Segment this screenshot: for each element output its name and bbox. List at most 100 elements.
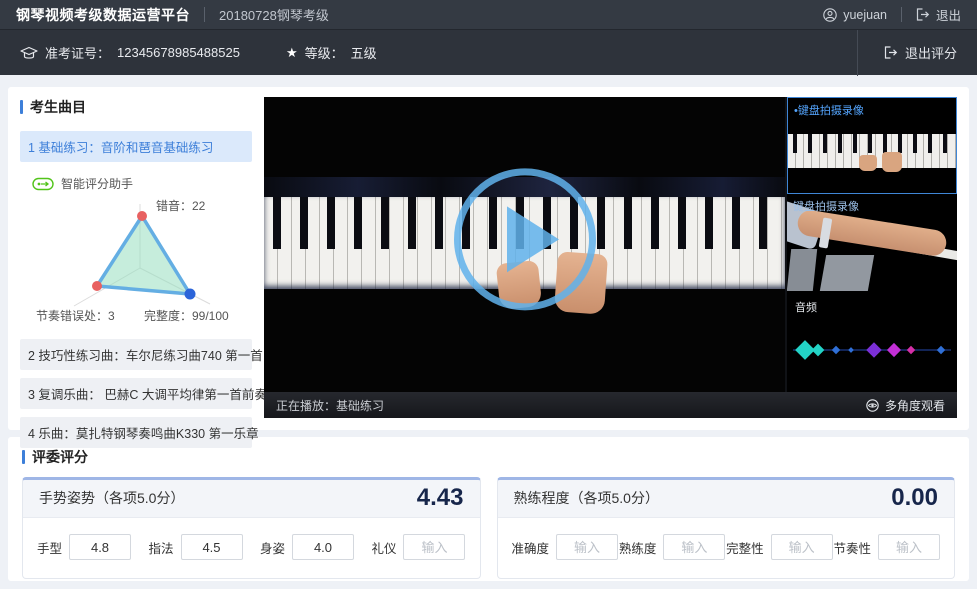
divider	[901, 7, 902, 22]
exit-scoring-button[interactable]: 退出评分	[857, 30, 957, 76]
level-group: ★ 等级： 五级	[286, 43, 377, 62]
completeness-input[interactable]	[771, 534, 833, 560]
audio-waveform	[791, 335, 953, 365]
level-value: 五级	[351, 43, 377, 62]
scene-floor	[787, 249, 817, 291]
player-status-bar: 正在播放：基础练习 多角度观看	[264, 392, 957, 418]
proficiency-card-fields: 准确度 熟练度 完整性 节奏性	[498, 518, 955, 578]
rhythm-input[interactable]	[878, 534, 940, 560]
scene-floor	[820, 255, 874, 291]
scene-arm	[796, 208, 948, 257]
session-name: 20180728钢琴考级	[219, 5, 329, 24]
mini-hand	[859, 155, 877, 171]
judge-scoring-card: 评委评分 手势姿势（各项5.0分） 4.43 手型 指法 身姿	[8, 437, 969, 581]
posture-input[interactable]	[292, 534, 354, 560]
score-field-etiquette: 礼仪	[371, 534, 465, 560]
radar-dot-errors	[137, 211, 147, 221]
field-label: 准确度	[512, 538, 550, 557]
score-field-fingering: 指法	[148, 534, 242, 560]
smart-score-assistant: 智能评分助手	[32, 175, 252, 192]
field-label: 节奏性	[833, 538, 871, 557]
judge-title-text: 评委评分	[32, 447, 88, 467]
proficiency-card-header: 熟练程度（各项5.0分） 0.00	[498, 480, 955, 518]
piece-item-1[interactable]: 1 基础练习：音阶和琶音基础练习	[20, 131, 252, 162]
field-label: 熟练度	[619, 538, 657, 557]
gesture-score-card: 手势姿势（各项5.0分） 4.43 手型 指法 身姿 礼仪	[22, 477, 481, 579]
gesture-card-score: 4.43	[417, 484, 464, 512]
ticket-number-group: 准考证号： 12345678985488525	[20, 43, 240, 62]
proficiency-input[interactable]	[663, 534, 725, 560]
graduation-cap-icon	[20, 45, 38, 61]
candidate-pieces-panel: 考生曲目 1 基础练习：音阶和琶音基础练习 智能评分助手	[20, 97, 252, 418]
eye-icon	[866, 399, 879, 412]
app-title: 钢琴视频考级数据运营平台	[16, 5, 190, 25]
piece-item-3[interactable]: 3 复调乐曲： 巴赫C 大调平均律第一首前奏曲	[20, 378, 252, 409]
video-player: •键盘拍摄录像 键盘拍摄录像 音频	[264, 97, 957, 418]
keyboard-camera-thumbnail-2[interactable]: 键盘拍摄录像	[787, 194, 957, 291]
score-field-posture: 身姿	[260, 534, 354, 560]
radar-label-rhythm: 节奏错误处：3	[36, 309, 115, 323]
score-field-rhythm: 节奏性	[833, 534, 940, 560]
logout-icon	[884, 46, 898, 59]
piece-item-2[interactable]: 2 技巧性练习曲：车尔尼练习曲740 第一首	[20, 339, 252, 370]
accuracy-input[interactable]	[556, 534, 618, 560]
field-label: 完整性	[726, 538, 764, 557]
radar-label-completeness: 完整度：99/100	[144, 308, 229, 323]
score-field-hand-shape: 手型	[37, 534, 131, 560]
fingering-input[interactable]	[181, 534, 243, 560]
gesture-card-title: 手势姿势（各项5.0分）	[39, 488, 184, 508]
star-icon: ★	[286, 45, 298, 61]
logout-button[interactable]: 退出	[916, 5, 961, 24]
exit-scoring-label: 退出评分	[905, 43, 957, 62]
score-field-accuracy: 准确度	[512, 534, 619, 560]
exam-main-card: 考生曲目 1 基础练习：音阶和琶音基础练习 智能评分助手	[8, 87, 969, 430]
logout-label: 退出	[936, 5, 961, 24]
radar-chart: 错音：22 节奏错误处：3 完整度：99/100	[20, 194, 252, 331]
main-video[interactable]	[264, 97, 785, 392]
field-label: 身姿	[260, 538, 285, 557]
radar-dot-completeness	[185, 289, 196, 300]
hand-shape-input[interactable]	[69, 534, 131, 560]
radar-label-errors: 错音：22	[156, 198, 206, 213]
user-icon	[823, 8, 837, 22]
logout-icon	[916, 8, 930, 21]
ticket-number: 12345678985488525	[117, 45, 240, 60]
play-icon	[507, 206, 559, 272]
title-accent-bar	[20, 100, 23, 114]
field-label: 指法	[148, 538, 173, 557]
thumbnail-label: •键盘拍摄录像	[794, 102, 864, 118]
user-menu[interactable]: yuejuan	[823, 8, 887, 22]
proficiency-score-card: 熟练程度（各项5.0分） 0.00 准确度 熟练度 完整性 节奏性	[497, 477, 956, 579]
assistant-toggle-icon	[32, 177, 54, 191]
top-navbar: 钢琴视频考级数据运营平台 20180728钢琴考级 yuejuan 退出	[0, 0, 977, 29]
gesture-card-fields: 手型 指法 身姿 礼仪	[23, 518, 480, 578]
ticket-label: 准考证号：	[45, 43, 110, 62]
title-accent-bar	[22, 450, 25, 464]
level-label: 等级：	[305, 43, 344, 62]
thumbnail-label: 键盘拍摄录像	[793, 198, 859, 214]
judge-section-title: 评委评分	[22, 447, 955, 467]
radar-dot-rhythm	[92, 281, 102, 291]
username: yuejuan	[843, 8, 887, 22]
multi-angle-label: 多角度观看	[885, 397, 945, 414]
etiquette-input[interactable]	[403, 534, 465, 560]
play-button[interactable]	[454, 168, 596, 310]
exam-info-bar: 准考证号： 12345678985488525 ★ 等级： 五级 退出评分	[0, 29, 977, 75]
field-label: 礼仪	[371, 538, 396, 557]
panel-title-text: 考生曲目	[30, 97, 86, 117]
gesture-card-header: 手势姿势（各项5.0分） 4.43	[23, 480, 480, 518]
proficiency-card-title: 熟练程度（各项5.0分）	[514, 488, 659, 508]
score-field-completeness: 完整性	[726, 534, 833, 560]
radar-polygon	[97, 216, 190, 294]
divider	[204, 7, 205, 22]
panel-title: 考生曲目	[20, 97, 252, 117]
piece-item-4[interactable]: 4 乐曲：莫扎特钢琴奏鸣曲K330 第一乐章	[20, 417, 252, 448]
camera-angle-column: •键盘拍摄录像 键盘拍摄录像 音频	[785, 97, 957, 392]
now-playing-label: 正在播放：基础练习	[276, 397, 384, 414]
audio-label: 音频	[795, 299, 817, 315]
field-label: 手型	[37, 538, 62, 557]
mini-hand	[882, 152, 902, 172]
multi-angle-button[interactable]: 多角度观看	[866, 397, 945, 414]
audio-track-panel[interactable]: 音频	[787, 291, 957, 392]
keyboard-camera-thumbnail-1[interactable]: •键盘拍摄录像	[787, 97, 957, 194]
